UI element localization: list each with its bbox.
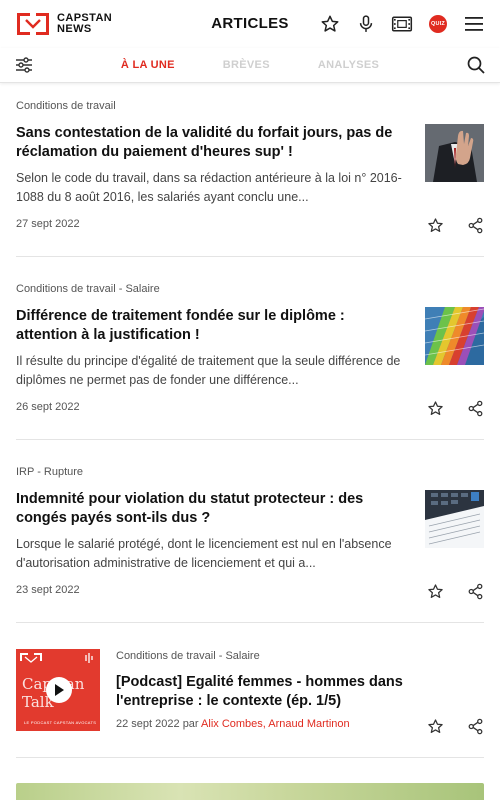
capstan-news-logo[interactable]: CAPSTAN NEWS <box>16 12 112 36</box>
share-icon[interactable] <box>466 216 484 234</box>
article-title[interactable]: Différence de traitement fondée sur le d… <box>16 307 408 345</box>
glass-building-image <box>425 307 484 365</box>
article-excerpt: Selon le code du travail, dans sa rédact… <box>16 171 402 204</box>
favorites-icon[interactable] <box>318 12 342 36</box>
article-title[interactable]: Sans contestation de la validité du forf… <box>16 124 408 162</box>
podcast-meta: 22 sept 2022 par Alix Combes, Arnaud Mar… <box>116 718 416 730</box>
article-excerpt: Il résulte du principe d'égalité de trai… <box>16 354 401 387</box>
podcast-cover-subtitle: LE PODCAST CAPSTAN AVOCATS <box>24 720 97 725</box>
header-actions: QUIZ <box>318 12 486 36</box>
podcast-authors[interactable]: Alix Combes, Arnaud Martinon <box>201 718 350 730</box>
video-icon[interactable] <box>390 12 414 36</box>
bookmark-icon[interactable] <box>426 216 444 234</box>
play-icon <box>55 684 64 696</box>
article-category[interactable]: IRP - Rupture <box>16 466 484 478</box>
article-category[interactable]: Conditions de travail <box>16 100 484 112</box>
article-title[interactable]: Indemnité pour violation du statut prote… <box>16 490 408 528</box>
podcast-cover[interactable]: Capstan Talk LE PODCAST CAPSTAN AVOCATS <box>16 649 100 731</box>
search-icon[interactable] <box>466 55 486 75</box>
app-header: CAPSTAN NEWS ARTICLES QUIZ <box>0 0 500 48</box>
divider <box>16 256 484 257</box>
article-actions <box>426 582 484 600</box>
calculator-image <box>425 490 484 548</box>
quiz-icon[interactable]: QUIZ <box>426 12 450 36</box>
bookmark-icon[interactable] <box>426 717 444 735</box>
play-button[interactable] <box>46 677 72 703</box>
tab-analyses[interactable]: ANALYSES <box>318 48 379 83</box>
brand-name: CAPSTAN NEWS <box>57 13 112 35</box>
article-date: 26 sept 2022 <box>16 401 80 413</box>
tab-a-la-une[interactable]: À LA UNE <box>121 48 175 83</box>
podcast-by: par <box>182 718 199 730</box>
quiz-badge: QUIZ <box>429 15 447 33</box>
podcast-actions <box>426 717 484 735</box>
article-card[interactable]: IRP - Rupture Indemnité pour violation d… <box>16 466 484 616</box>
article-actions <box>426 216 484 234</box>
article-excerpt: Lorsque le salarié protégé, dont le lice… <box>16 537 392 570</box>
brand-line-2: NEWS <box>57 23 92 35</box>
podcast-item[interactable]: Conditions de travail - Salaire [Podcast… <box>116 650 416 730</box>
article-date: 27 sept 2022 <box>16 218 80 230</box>
stop-hand-image <box>425 124 484 182</box>
podcast-category[interactable]: Conditions de travail - Salaire <box>116 650 416 662</box>
article-thumbnail[interactable] <box>425 124 484 182</box>
next-article-image[interactable] <box>16 783 484 800</box>
article-card[interactable]: Conditions de travail - Salaire Différen… <box>16 283 484 433</box>
tab-breves[interactable]: BRÈVES <box>223 48 270 83</box>
tab-bar: À LA UNE BRÈVES ANALYSES <box>0 48 500 83</box>
bookmark-icon[interactable] <box>426 582 444 600</box>
bookmark-icon[interactable] <box>426 399 444 417</box>
divider <box>16 757 484 758</box>
share-icon[interactable] <box>466 399 484 417</box>
tab-list: À LA UNE BRÈVES ANALYSES <box>0 48 500 83</box>
podcast-date: 22 sept 2022 <box>116 718 180 730</box>
menu-icon[interactable] <box>462 12 486 36</box>
article-date: 23 sept 2022 <box>16 584 80 596</box>
share-icon[interactable] <box>466 717 484 735</box>
capstan-logo-icon <box>16 12 50 36</box>
share-icon[interactable] <box>466 582 484 600</box>
article-actions <box>426 399 484 417</box>
article-thumbnail[interactable] <box>425 307 484 365</box>
article-card[interactable]: Conditions de travail Sans contestation … <box>16 100 484 250</box>
article-category[interactable]: Conditions de travail - Salaire <box>16 283 484 295</box>
microphone-icon[interactable] <box>354 12 378 36</box>
divider <box>16 622 484 623</box>
article-thumbnail[interactable] <box>425 490 484 548</box>
podcast-title[interactable]: [Podcast] Egalité femmes - hommes dans l… <box>116 673 414 711</box>
divider <box>16 439 484 440</box>
